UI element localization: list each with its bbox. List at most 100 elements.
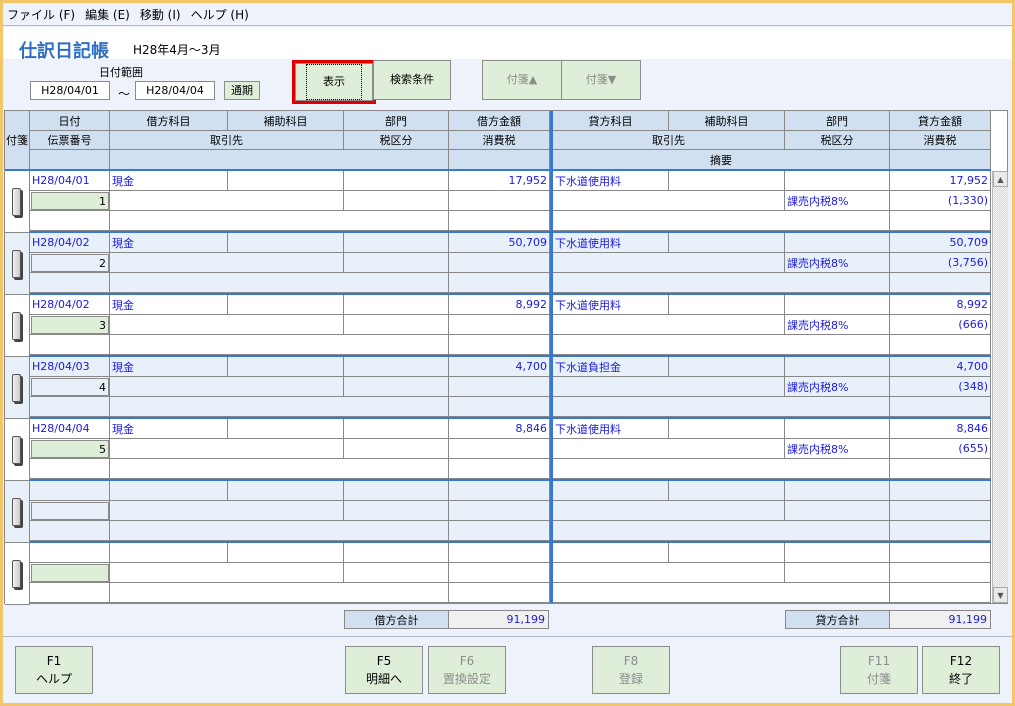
entry-date[interactable]: H28/04/03 xyxy=(30,357,110,377)
vertical-scrollbar[interactable]: ▲ ▼ xyxy=(992,171,1008,603)
debit-tax[interactable] xyxy=(449,315,550,335)
debit-sub-account[interactable] xyxy=(228,171,344,191)
sticky-tag-icon[interactable] xyxy=(12,560,21,588)
debit-amount[interactable] xyxy=(449,481,550,501)
credit-tax[interactable]: (3,756) xyxy=(890,253,991,273)
debit-partner[interactable] xyxy=(110,563,344,583)
credit-department[interactable] xyxy=(785,171,890,191)
credit-department[interactable] xyxy=(785,233,890,253)
debit-department[interactable] xyxy=(344,357,449,377)
credit-account[interactable] xyxy=(553,543,669,563)
fkey-f5-button[interactable]: F5明細へ xyxy=(345,646,423,694)
sticky-tag-icon[interactable] xyxy=(12,188,21,216)
credit-partner[interactable] xyxy=(553,315,785,335)
credit-department[interactable] xyxy=(785,543,890,563)
credit-account[interactable]: 下水道使用料 xyxy=(553,295,669,315)
search-conditions-button[interactable]: 検索条件 xyxy=(373,60,451,100)
summary[interactable] xyxy=(553,397,890,417)
debit-memo[interactable] xyxy=(110,397,449,417)
debit-department[interactable] xyxy=(344,295,449,315)
show-button[interactable]: 表示 xyxy=(295,63,373,101)
debit-sub-account[interactable] xyxy=(228,357,344,377)
debit-tax-class[interactable] xyxy=(344,439,449,459)
credit-department[interactable] xyxy=(785,481,890,501)
credit-account[interactable]: 下水道使用料 xyxy=(553,171,669,191)
summary[interactable] xyxy=(553,211,890,231)
credit-sub-account[interactable] xyxy=(669,233,785,253)
credit-account[interactable] xyxy=(553,481,669,501)
sticky-tag-icon[interactable] xyxy=(12,498,21,526)
credit-sub-account[interactable] xyxy=(669,419,785,439)
date-to-input[interactable]: H28/04/04 xyxy=(135,81,215,100)
debit-partner[interactable] xyxy=(110,315,344,335)
fkey-f12-button[interactable]: F12終了 xyxy=(922,646,1000,694)
entry-date[interactable] xyxy=(30,543,110,563)
credit-amount[interactable] xyxy=(890,543,991,563)
fkey-f8-button[interactable]: F8登録 xyxy=(592,646,670,694)
credit-tax-class[interactable] xyxy=(785,501,890,521)
sticky-tag-icon[interactable] xyxy=(12,312,21,340)
summary[interactable] xyxy=(553,521,890,541)
sticky-tag-icon[interactable] xyxy=(12,436,21,464)
debit-department[interactable] xyxy=(344,481,449,501)
credit-sub-account[interactable] xyxy=(669,295,785,315)
debit-sub-account[interactable] xyxy=(228,419,344,439)
date-from-input[interactable]: H28/04/01 xyxy=(30,81,110,100)
credit-partner[interactable] xyxy=(553,191,785,211)
debit-tax-class[interactable] xyxy=(344,253,449,273)
credit-partner[interactable] xyxy=(553,439,785,459)
debit-sub-account[interactable] xyxy=(228,233,344,253)
credit-partner[interactable] xyxy=(553,563,785,583)
summary[interactable] xyxy=(553,335,890,355)
debit-department[interactable] xyxy=(344,543,449,563)
credit-tax-class[interactable]: 課売内税8% xyxy=(785,253,890,273)
credit-account[interactable]: 下水道使用料 xyxy=(553,233,669,253)
debit-tax-class[interactable] xyxy=(344,563,449,583)
credit-sub-account[interactable] xyxy=(669,543,785,563)
slip-number[interactable]: 3 xyxy=(31,316,109,334)
debit-sub-account[interactable] xyxy=(228,295,344,315)
debit-account[interactable] xyxy=(110,543,228,563)
slip-number[interactable] xyxy=(31,502,109,520)
credit-department[interactable] xyxy=(785,357,890,377)
credit-tax[interactable]: (348) xyxy=(890,377,991,397)
debit-tax[interactable] xyxy=(449,439,550,459)
menu-file[interactable]: ファイル (F) xyxy=(7,6,75,23)
menu-move[interactable]: 移動 (I) xyxy=(140,6,181,23)
debit-sub-account[interactable] xyxy=(228,481,344,501)
debit-department[interactable] xyxy=(344,419,449,439)
summary[interactable] xyxy=(553,583,890,603)
scroll-up-icon[interactable]: ▲ xyxy=(993,171,1008,187)
debit-memo[interactable] xyxy=(110,273,449,293)
debit-amount[interactable] xyxy=(449,543,550,563)
debit-memo[interactable] xyxy=(110,583,449,603)
credit-sub-account[interactable] xyxy=(669,357,785,377)
debit-partner[interactable] xyxy=(110,191,344,211)
slip-number[interactable] xyxy=(31,564,109,582)
debit-partner[interactable] xyxy=(110,377,344,397)
summary[interactable] xyxy=(553,273,890,293)
credit-amount[interactable]: 50,709 xyxy=(890,233,991,253)
debit-account[interactable]: 現金 xyxy=(110,419,228,439)
menu-edit[interactable]: 編集 (E) xyxy=(85,6,130,23)
credit-tax-class[interactable] xyxy=(785,563,890,583)
credit-tax[interactable] xyxy=(890,563,991,583)
debit-tax[interactable] xyxy=(449,377,550,397)
entry-date[interactable]: H28/04/02 xyxy=(30,233,110,253)
menu-help[interactable]: ヘルプ (H) xyxy=(191,6,249,23)
debit-memo[interactable] xyxy=(110,335,449,355)
entry-date[interactable]: H28/04/02 xyxy=(30,295,110,315)
debit-tax[interactable] xyxy=(449,501,550,521)
credit-sub-account[interactable] xyxy=(669,481,785,501)
slip-number[interactable]: 1 xyxy=(31,192,109,210)
debit-tax[interactable] xyxy=(449,563,550,583)
debit-tax[interactable] xyxy=(449,191,550,211)
credit-partner[interactable] xyxy=(553,501,785,521)
debit-partner[interactable] xyxy=(110,501,344,521)
debit-tax-class[interactable] xyxy=(344,377,449,397)
sticky-tag-icon[interactable] xyxy=(12,250,21,278)
credit-tax[interactable]: (666) xyxy=(890,315,991,335)
credit-amount[interactable]: 4,700 xyxy=(890,357,991,377)
sticky-tag-icon[interactable] xyxy=(12,374,21,402)
credit-amount[interactable] xyxy=(890,481,991,501)
